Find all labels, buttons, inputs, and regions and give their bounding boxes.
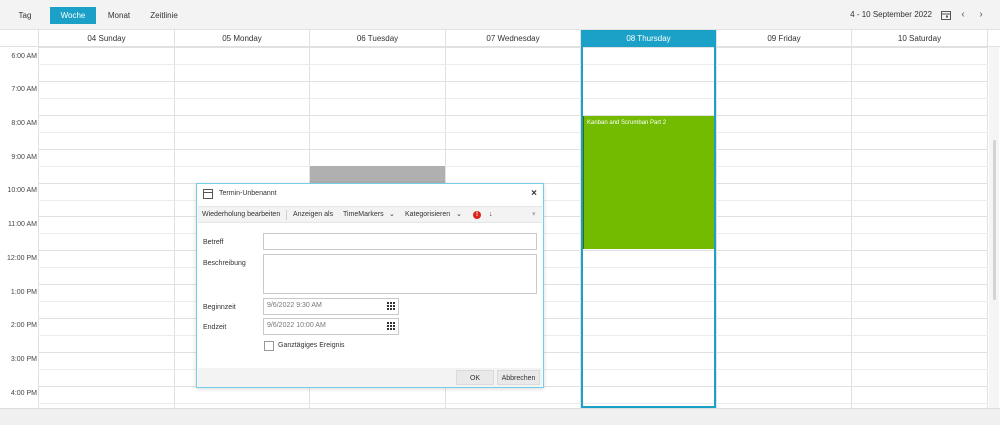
- low-importance-icon[interactable]: ↓: [489, 207, 493, 223]
- date-range-label[interactable]: 4 - 10 September 2022: [850, 8, 932, 22]
- time-label: 8:00 AM: [11, 120, 37, 127]
- hour-line: [38, 149, 988, 150]
- time-label: 11:00 AM: [7, 221, 37, 228]
- chevron-down-icon[interactable]: ⌄: [456, 207, 462, 223]
- view-day-button[interactable]: Tag: [10, 7, 40, 24]
- subject-label: Betreff: [203, 239, 224, 246]
- scrollbar-thumb[interactable]: [993, 140, 996, 300]
- day-header[interactable]: 09 Friday: [717, 30, 851, 47]
- time-label: 2:00 PM: [10, 322, 37, 329]
- scheduler-toolbar: Tag Woche Monat Zeitlinie 4 - 10 Septemb…: [0, 0, 1000, 30]
- day-header[interactable]: 10 Saturday: [852, 30, 987, 47]
- end-time-input[interactable]: 9/6/2022 10:00 AM: [263, 318, 399, 335]
- time-label: 3:00 PM: [10, 356, 37, 363]
- categorize-dropdown[interactable]: Kategorisieren: [405, 207, 450, 223]
- hour-line: [38, 47, 988, 48]
- all-day-checkbox[interactable]: [264, 341, 274, 351]
- day-header-today[interactable]: 08 Thursday: [581, 30, 716, 47]
- dialog-titlebar[interactable]: Termin-Unbenannt ×: [197, 184, 543, 205]
- view-month-button[interactable]: Monat: [102, 7, 136, 24]
- half-hour-line: [38, 98, 988, 99]
- calendar-icon: [203, 189, 213, 199]
- time-label: 10:00 AM: [7, 187, 37, 194]
- half-hour-line: [38, 166, 988, 167]
- description-label: Beschreibung: [203, 260, 246, 267]
- half-hour-line: [38, 132, 988, 133]
- show-as-button[interactable]: Anzeigen als: [293, 207, 333, 223]
- end-time-label: Endzeit: [203, 324, 227, 331]
- start-time-input[interactable]: 9/6/2022 9:30 AM: [263, 298, 399, 315]
- time-label: 9:00 AM: [11, 154, 37, 161]
- appointment[interactable]: Kanban and Scrumban Part 2: [582, 116, 716, 249]
- time-label: 12:00 PM: [7, 255, 37, 262]
- all-day-label[interactable]: Ganztägiges Ereignis: [278, 341, 345, 351]
- appointment-placeholder[interactable]: [310, 166, 445, 184]
- cancel-button[interactable]: Abbrechen: [497, 370, 540, 385]
- view-timeline-button[interactable]: Zeitlinie: [144, 7, 184, 24]
- dialog-footer: OK Abbrechen: [198, 368, 542, 387]
- view-week-button[interactable]: Woche: [50, 7, 96, 24]
- chevron-right-icon[interactable]: ›: [975, 8, 987, 22]
- time-label: 6:00 AM: [11, 53, 37, 60]
- dialog-toolbar: Wiederholung bearbeiten Anzeigen als Tim…: [198, 206, 542, 223]
- day-header[interactable]: 05 Monday: [175, 30, 309, 47]
- toolbar-overflow-icon[interactable]: ▾: [532, 207, 536, 223]
- calendar-icon[interactable]: [940, 8, 952, 22]
- close-icon[interactable]: ×: [531, 188, 537, 200]
- edit-recurrence-button[interactable]: Wiederholung bearbeiten: [202, 207, 280, 223]
- day-header[interactable]: 04 Sunday: [39, 30, 174, 47]
- description-input[interactable]: [263, 254, 537, 294]
- time-label: 4:00 PM: [10, 390, 37, 397]
- day-header[interactable]: 07 Wednesday: [446, 30, 580, 47]
- half-hour-line: [38, 64, 988, 65]
- datetime-picker-icon[interactable]: [387, 302, 395, 310]
- half-hour-line: [38, 403, 988, 404]
- day-header-row: 04 Sunday 05 Monday 06 Tuesday 07 Wednes…: [0, 30, 1000, 47]
- dialog-title: Termin-Unbenannt: [219, 190, 277, 197]
- ok-button[interactable]: OK: [456, 370, 494, 385]
- status-bar: [0, 408, 1000, 425]
- chevron-left-icon[interactable]: ‹: [957, 8, 969, 22]
- start-time-label: Beginnzeit: [203, 304, 236, 311]
- subject-input[interactable]: [263, 233, 537, 250]
- datetime-picker-icon[interactable]: [387, 322, 395, 330]
- time-label: 7:00 AM: [11, 86, 37, 93]
- chevron-down-icon[interactable]: ⌄: [389, 207, 395, 223]
- day-header[interactable]: 06 Tuesday: [310, 30, 445, 47]
- end-time-value: 9/6/2022 10:00 AM: [267, 322, 326, 329]
- high-importance-icon[interactable]: !: [473, 211, 481, 219]
- appointment-title: Kanban and Scrumban Part 2: [587, 120, 667, 126]
- toolbar-separator: [286, 210, 287, 220]
- appointment-dialog: Termin-Unbenannt × Wiederholung bearbeit…: [196, 183, 544, 388]
- time-label: 1:00 PM: [10, 289, 37, 296]
- start-time-value: 9/6/2022 9:30 AM: [267, 302, 322, 309]
- hour-line: [38, 115, 988, 116]
- hour-line: [38, 81, 988, 82]
- time-markers-dropdown[interactable]: TimeMarkers: [343, 207, 384, 223]
